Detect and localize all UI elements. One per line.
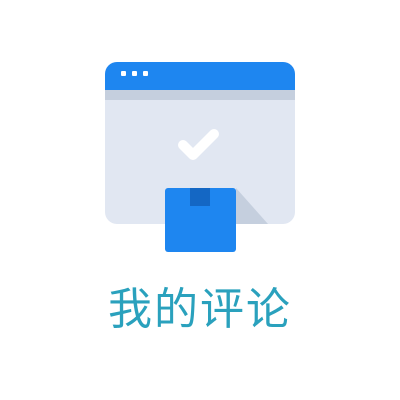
browser-package-illustration [105,62,295,252]
browser-title-bar-divider [105,90,295,100]
my-comments-tile[interactable]: 我的评论 [0,0,400,400]
tile-title: 我的评论 [108,284,292,335]
package-icon [165,188,236,252]
window-dots-icon [121,71,148,76]
